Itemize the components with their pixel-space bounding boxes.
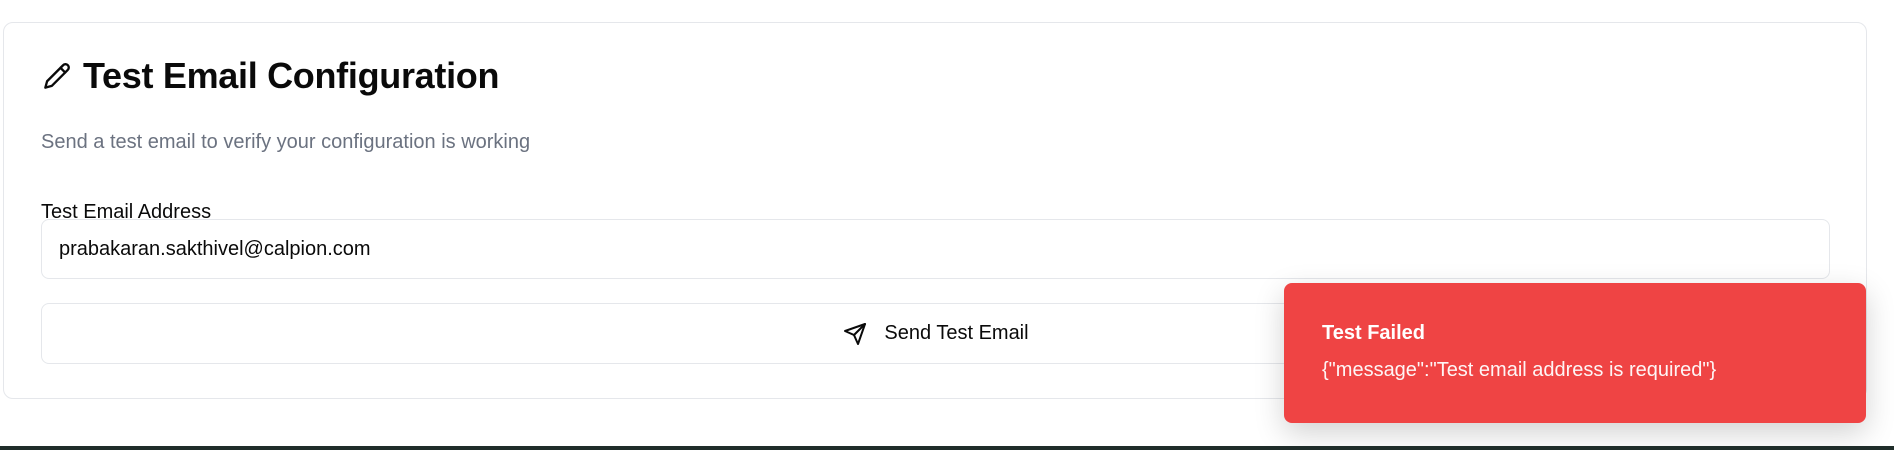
pencil-icon xyxy=(41,60,73,92)
toast-message: {"message":"Test email address is requir… xyxy=(1322,359,1717,381)
send-icon xyxy=(842,321,868,347)
card-subtitle: Send a test email to verify your configu… xyxy=(41,131,531,153)
card-title: Test Email Configuration xyxy=(83,55,500,96)
bottom-edge-bar xyxy=(0,446,1894,450)
send-button-label: Send Test Email xyxy=(884,322,1029,344)
toast-title: Test Failed xyxy=(1322,322,1425,344)
test-email-input[interactable] xyxy=(41,219,1830,279)
error-toast[interactable]: Test Failed {"message":"Test email addre… xyxy=(1284,283,1866,423)
page: Test Email Configuration Send a test ema… xyxy=(0,0,1894,450)
card-header: Test Email Configuration xyxy=(41,58,499,94)
